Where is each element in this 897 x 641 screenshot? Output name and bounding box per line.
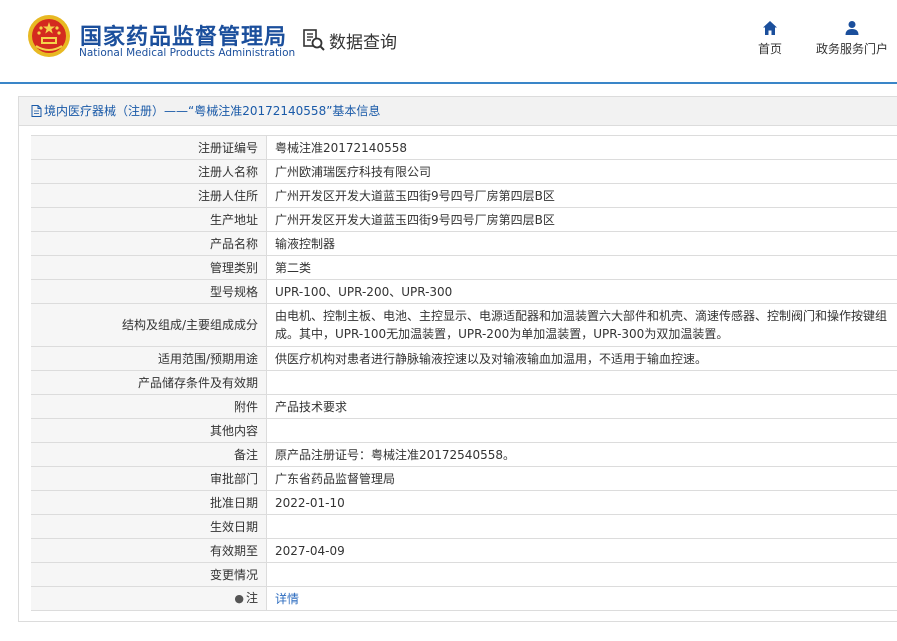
table-row: 注册人名称 广州欧浦瑞医疗科技有限公司 bbox=[31, 159, 897, 184]
table-row: 管理类别 第二类 bbox=[31, 255, 897, 280]
row-value: UPR-100、UPR-200、UPR-300 bbox=[266, 279, 897, 304]
table-row: 生效日期 bbox=[31, 514, 897, 539]
row-value: 供医疗机构对患者进行静脉输液控速以及对输液输血加温用，不适用于输血控速。 bbox=[266, 346, 897, 371]
row-label: 备注 bbox=[31, 442, 267, 467]
row-label: 其他内容 bbox=[31, 418, 267, 443]
table-row: 适用范围/预期用途 供医疗机构对患者进行静脉输液控速以及对输液输血加温用，不适用于… bbox=[31, 346, 897, 371]
row-value: 2027-04-09 bbox=[266, 538, 897, 563]
nav-home-label: 首页 bbox=[757, 42, 782, 56]
data-query-link[interactable]: 数据查询 bbox=[302, 27, 397, 53]
table-row: 有效期至 2027-04-09 bbox=[31, 538, 897, 563]
search-document-icon bbox=[303, 29, 325, 51]
row-label: 适用范围/预期用途 bbox=[31, 346, 267, 371]
site-header: 国家药品监督管理局 National Medical Products Admi… bbox=[0, 0, 897, 82]
row-value: 广州欧浦瑞医疗科技有限公司 bbox=[266, 159, 897, 184]
header-divider bbox=[0, 82, 897, 84]
row-label-note: ● 注 bbox=[31, 586, 267, 611]
table-row: 注册人住所 广州开发区开发大道蓝玉四街9号四号厂房第四层B区 bbox=[31, 183, 897, 208]
row-value: 广州开发区开发大道蓝玉四街9号四号厂房第四层B区 bbox=[266, 207, 897, 232]
row-label: 生产地址 bbox=[31, 207, 267, 232]
home-icon bbox=[763, 21, 777, 35]
nav-service-portal[interactable]: 政务服务门户 bbox=[812, 20, 892, 57]
table-row: 其他内容 bbox=[31, 418, 897, 443]
row-value bbox=[266, 562, 897, 587]
row-value: 输液控制器 bbox=[266, 231, 897, 256]
lightbulb-icon: ● bbox=[234, 592, 244, 605]
row-value bbox=[266, 514, 897, 539]
table-row: 备注 原产品注册证号：粤械注准20172540558。 bbox=[31, 442, 897, 467]
org-name-en: National Medical Products Administration bbox=[79, 47, 296, 59]
row-label: 注册人住所 bbox=[31, 183, 267, 208]
detail-table: 注册证编号 粤械注准20172140558 注册人名称 广州欧浦瑞医疗科技有限公司 … bbox=[31, 135, 897, 611]
row-value-note: 详情 bbox=[266, 586, 897, 611]
table-row: 型号规格 UPR-100、UPR-200、UPR-300 bbox=[31, 279, 897, 304]
row-value: 产品技术要求 bbox=[266, 394, 897, 419]
user-icon bbox=[845, 21, 859, 35]
table-row: 批准日期 2022-01-10 bbox=[31, 490, 897, 515]
table-row: 结构及组成/主要组成成分 由电机、控制主板、电池、主控显示、电源适配器和加温装置六… bbox=[31, 303, 897, 347]
row-label: 注册人名称 bbox=[31, 159, 267, 184]
row-label: 有效期至 bbox=[31, 538, 267, 563]
row-value: 粤械注准20172140558 bbox=[266, 135, 897, 160]
national-emblem-icon bbox=[28, 15, 70, 57]
row-label: 产品储存条件及有效期 bbox=[31, 370, 267, 395]
row-label: 型号规格 bbox=[31, 279, 267, 304]
row-label: 生效日期 bbox=[31, 514, 267, 539]
row-label: 附件 bbox=[31, 394, 267, 419]
table-row: 产品储存条件及有效期 bbox=[31, 370, 897, 395]
row-value: 广州开发区开发大道蓝玉四街9号四号厂房第四层B区 bbox=[266, 183, 897, 208]
row-value: 广东省药品监督管理局 bbox=[266, 466, 897, 491]
table-row: 附件 产品技术要求 bbox=[31, 394, 897, 419]
nav-service-portal-label: 政务服务门户 bbox=[815, 42, 888, 56]
note-label: 注 bbox=[245, 591, 258, 605]
row-value bbox=[266, 418, 897, 443]
row-label: 审批部门 bbox=[31, 466, 267, 491]
table-row: 变更情况 bbox=[31, 562, 897, 587]
row-value: 第二类 bbox=[266, 255, 897, 280]
document-icon bbox=[31, 105, 42, 117]
row-label: 结构及组成/主要组成成分 bbox=[31, 303, 267, 347]
row-value: 由电机、控制主板、电池、主控显示、电源适配器和加温装置六大部件和机壳、滴速传感器… bbox=[266, 303, 897, 347]
row-value bbox=[266, 370, 897, 395]
detail-panel: 境内医疗器械（注册）——“粤械注准20172140558”基本信息 注册证编号粤… bbox=[18, 96, 897, 622]
row-label: 管理类别 bbox=[31, 255, 267, 280]
breadcrumb: 境内医疗器械（注册）——“粤械注准20172140558”基本信息 bbox=[19, 97, 897, 126]
table-row: 注册证编号 粤械注准20172140558 bbox=[31, 135, 897, 160]
row-value: 2022-01-10 bbox=[266, 490, 897, 515]
row-value: 原产品注册证号：粤械注准20172540558。 bbox=[266, 442, 897, 467]
row-label: 批准日期 bbox=[31, 490, 267, 515]
nav-home[interactable]: 首页 bbox=[752, 20, 788, 57]
data-query-label: 数据查询 bbox=[329, 32, 397, 53]
row-label: 变更情况 bbox=[31, 562, 267, 587]
details-link[interactable]: 详情 bbox=[275, 592, 299, 606]
row-label: 产品名称 bbox=[31, 231, 267, 256]
table-row: 审批部门 广东省药品监督管理局 bbox=[31, 466, 897, 491]
table-row: ● 注 详情 bbox=[31, 586, 897, 611]
row-label: 注册证编号 bbox=[31, 135, 267, 160]
breadcrumb-text: 境内医疗器械（注册）——“粤械注准20172140558”基本信息 bbox=[44, 104, 381, 118]
table-row: 产品名称 输液控制器 bbox=[31, 231, 897, 256]
table-row: 生产地址 广州开发区开发大道蓝玉四街9号四号厂房第四层B区 bbox=[31, 207, 897, 232]
